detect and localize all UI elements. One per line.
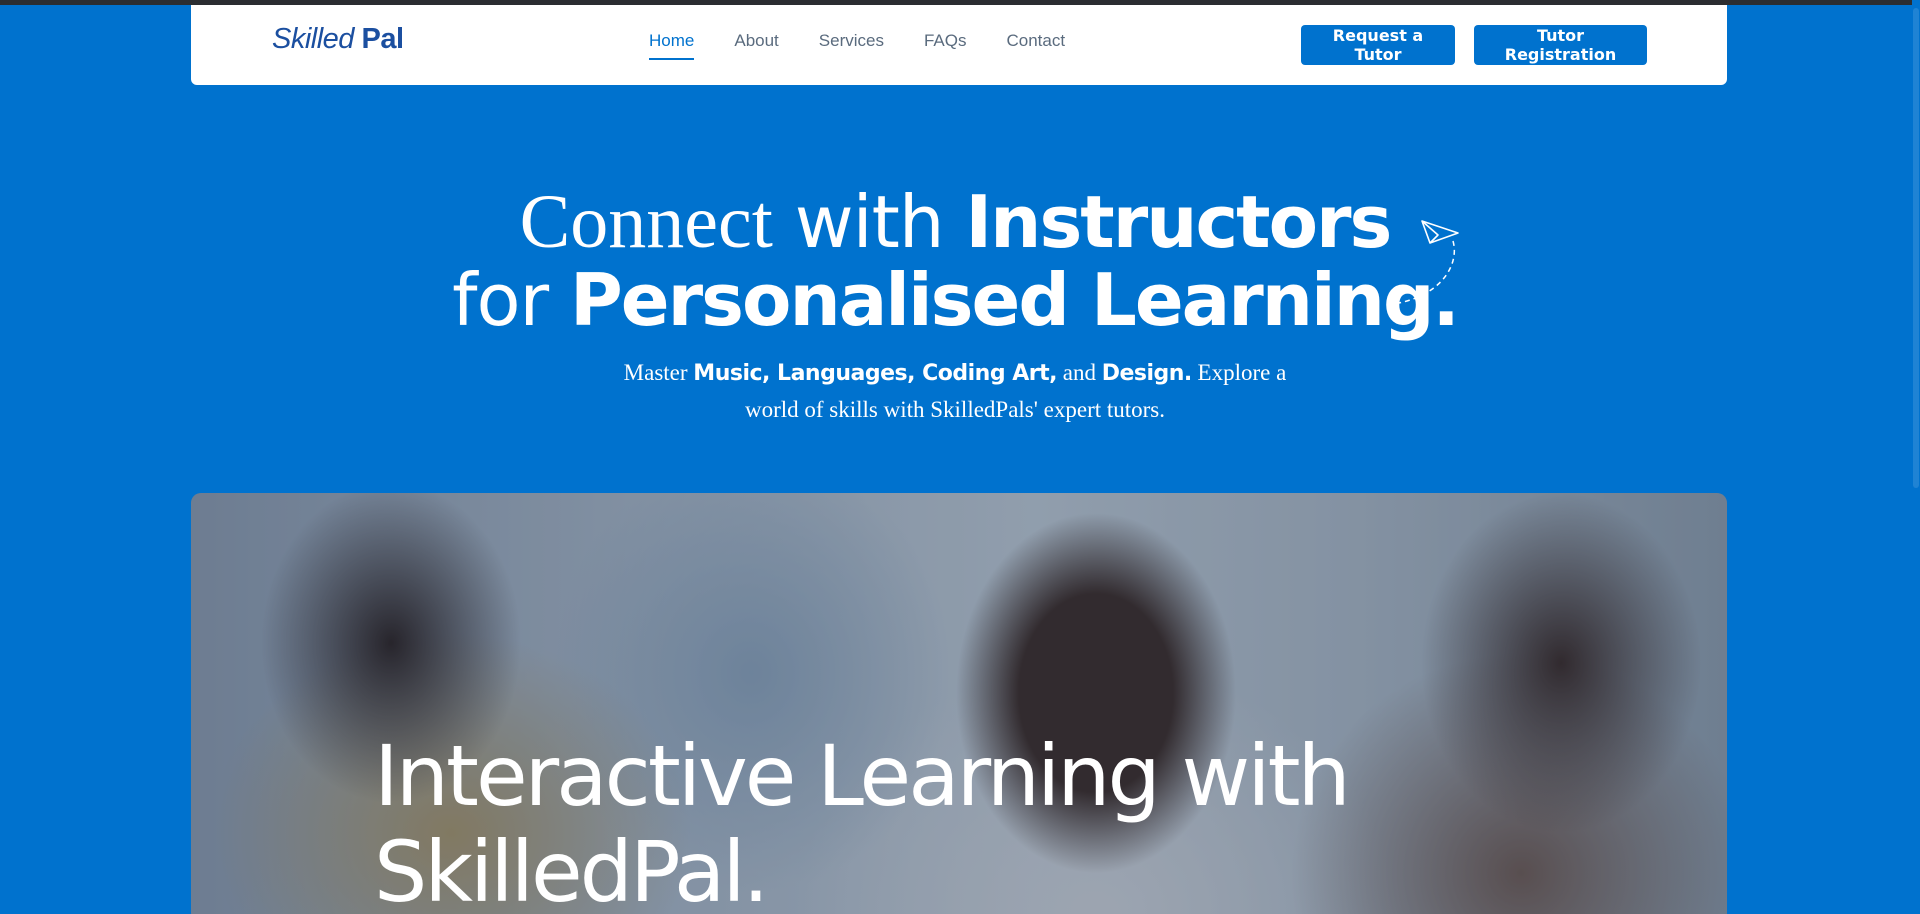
- request-tutor-button[interactable]: Request a Tutor: [1301, 25, 1455, 65]
- hero-personalised-learning: Personalised Learning.: [570, 258, 1460, 342]
- nav-services[interactable]: Services: [819, 31, 884, 60]
- hero-heading-line-1: Connect with Instructors: [0, 180, 1910, 265]
- card-title-line-2: SkilledPal.: [374, 823, 769, 914]
- hero-image-card: Interactive Learning with SkilledPal.: [191, 493, 1727, 914]
- subtitle-master: Master: [623, 360, 694, 385]
- subtitle-and: and: [1056, 360, 1102, 385]
- subtitle-design: Design.: [1101, 361, 1193, 386]
- paper-plane-icon: [1384, 220, 1459, 306]
- nav-home[interactable]: Home: [649, 31, 695, 60]
- hero-for: for: [452, 258, 571, 342]
- hero-instructors: Instructors: [965, 180, 1392, 264]
- scrollbar-thumb[interactable]: [1913, 8, 1919, 488]
- main-nav: Home About Services FAQs Contact: [649, 31, 1065, 60]
- hero-connect: Connect: [519, 180, 773, 264]
- nav-faqs[interactable]: FAQs: [924, 31, 967, 60]
- subtitle-line-2: world of skills with SkilledPals' expert…: [744, 397, 1166, 422]
- logo[interactable]: Skilled Pal: [272, 23, 404, 56]
- tutor-registration-button[interactable]: Tutor Registration: [1474, 25, 1647, 65]
- subtitle-subjects: Music, Languages, Coding Art,: [693, 361, 1057, 386]
- nav-about[interactable]: About: [734, 31, 778, 60]
- subtitle-explore: Explore a: [1191, 360, 1287, 385]
- nav-contact[interactable]: Contact: [1007, 31, 1066, 60]
- hero-heading-line-2: for Personalised Learning.: [0, 258, 1910, 343]
- logo-part-2: Pal: [361, 23, 405, 55]
- scrollbar[interactable]: [1912, 0, 1920, 914]
- logo-part-1: Skilled: [272, 23, 354, 55]
- site-header: Skilled Pal Home About Services FAQs Con…: [191, 5, 1727, 85]
- card-title-line-1: Interactive Learning with: [374, 727, 1351, 825]
- hero-with: with: [772, 180, 966, 264]
- card-title: Interactive Learning with SkilledPal.: [374, 728, 1474, 914]
- hero-subtitle: Master Music, Languages, Coding Art, and…: [0, 355, 1910, 428]
